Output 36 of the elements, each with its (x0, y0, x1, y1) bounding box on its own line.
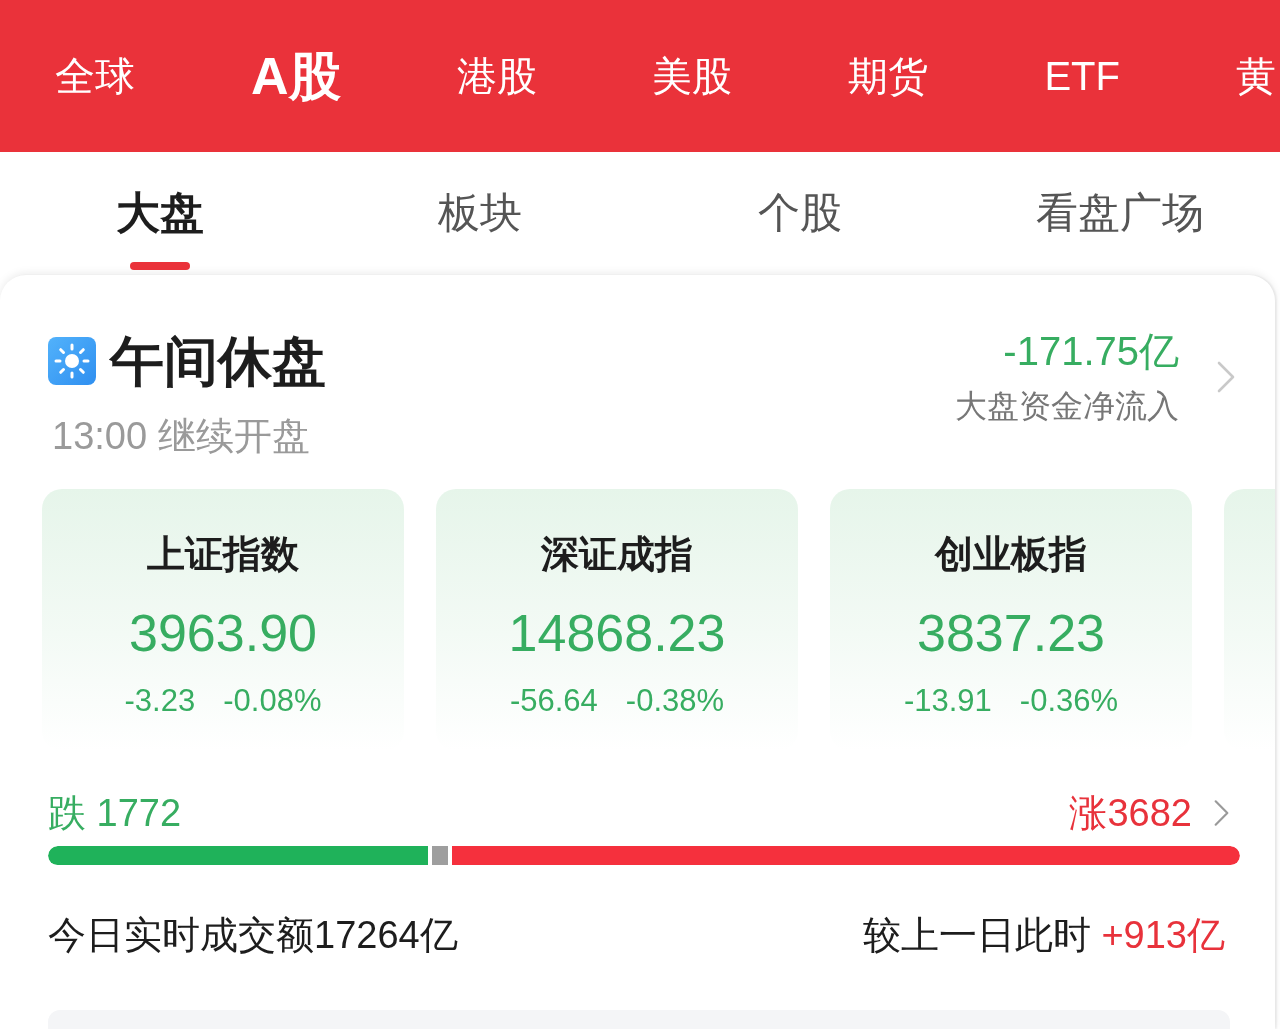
sun-icon (48, 337, 96, 385)
index-value: 3963.90 (129, 603, 317, 664)
index-change: -13.91 (903, 682, 992, 720)
index-change-percent: -0.38% (625, 682, 725, 720)
index-change: -56.64 (509, 682, 598, 720)
turnover-change: +913亿 (1101, 913, 1225, 958)
index-change-percent: -0.08% (223, 682, 322, 720)
view-tab[interactable]: 大盘 (116, 152, 204, 270)
market-tab[interactable]: 全球 (55, 50, 135, 102)
market-tab[interactable]: 港股 (456, 50, 537, 102)
net-flow-value: -171.75亿 (1003, 328, 1179, 375)
net-flow-label: 大盘资金净流入 (955, 387, 1179, 426)
flat-share-marker (432, 846, 449, 865)
falling-count: 跌 1772 (48, 791, 182, 836)
market-tab[interactable]: ETF (1044, 50, 1120, 102)
market-tab[interactable]: 黄 (1235, 50, 1276, 102)
index-change: -3.23 (124, 682, 196, 720)
index-name: 深证成指 (541, 532, 693, 577)
market-tab[interactable]: 美股 (652, 50, 733, 102)
index-value: 14868.23 (508, 603, 726, 664)
index-name: 创业板指 (935, 532, 1087, 577)
view-tab[interactable]: 个股 (758, 152, 842, 270)
turnover-compare-label: 较上一日此时 (863, 913, 1092, 958)
index-value: 3837.23 (917, 603, 1105, 664)
index-change-percent: -0.36% (1019, 682, 1119, 720)
turnover-total: 今日实时成交额17264亿 (48, 913, 458, 958)
view-tab[interactable]: 看盘广场 (1036, 152, 1204, 270)
market-tab[interactable]: 期货 (848, 50, 929, 102)
view-tab[interactable]: 板块 (438, 152, 522, 270)
rising-count: 涨3682 (1069, 791, 1192, 836)
session-resume-time: 13:00 继续开盘 (52, 414, 311, 459)
chevron-right-icon[interactable] (1214, 799, 1229, 827)
index-name: 上证指数 (147, 532, 299, 577)
market-tab[interactable]: A股 (250, 45, 341, 107)
chevron-right-icon[interactable] (1217, 360, 1235, 393)
session-status-title: 午间休盘 (110, 330, 326, 393)
